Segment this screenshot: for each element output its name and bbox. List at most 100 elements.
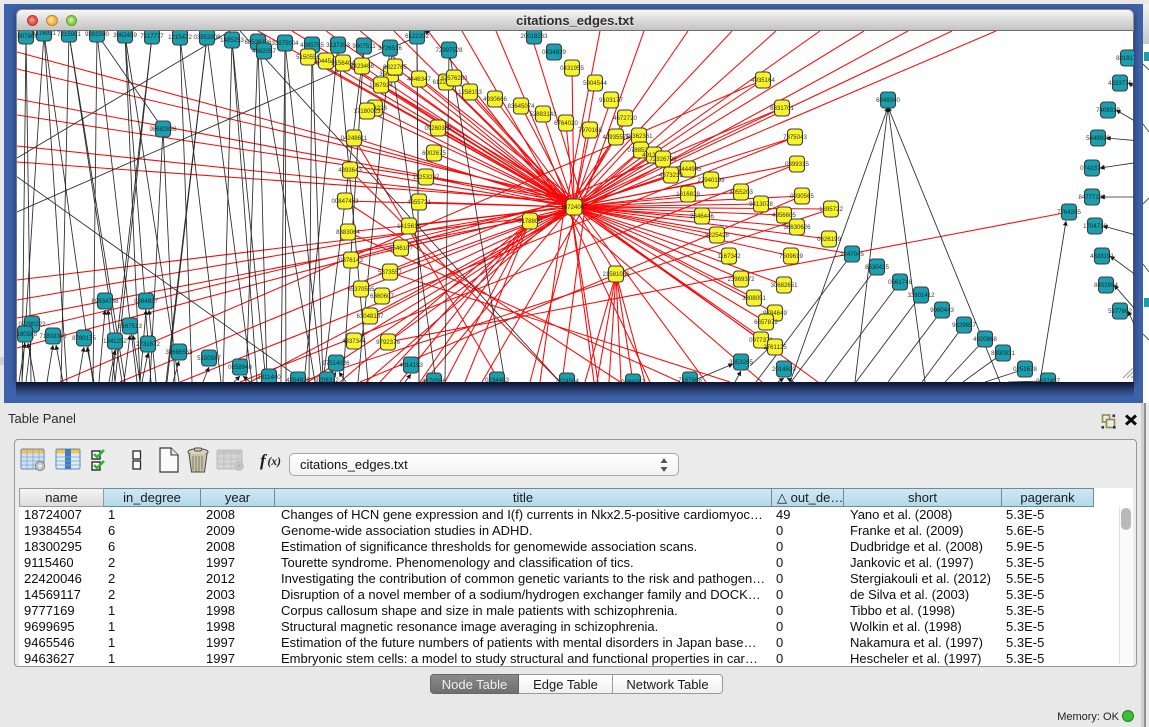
svg-text:6546107: 6546107 [389,245,413,252]
svg-text:0930565: 0930565 [790,193,814,200]
svg-text:71803340: 71803340 [39,333,67,340]
svg-text:32686563: 32686563 [165,349,193,356]
svg-text:20018263: 20018263 [520,33,548,40]
svg-text:4893643: 4893643 [338,167,362,174]
svg-text:37576283: 37576283 [440,75,468,82]
svg-text:89834788: 89834788 [91,298,119,305]
svg-text:36630626: 36630626 [783,224,811,231]
svg-text:6764020: 6764020 [554,120,578,127]
svg-text:7409319: 7409319 [1096,107,1120,114]
svg-text:7117777: 7117777 [140,33,164,40]
svg-text:4337344: 4337344 [342,338,366,345]
svg-text:1415618: 1415618 [397,223,421,230]
svg-text:98682828: 98682828 [149,126,177,133]
svg-text:0822765: 0822765 [383,64,407,71]
svg-text:8890931: 8890931 [991,350,1015,357]
svg-text:4935164: 4935164 [751,77,775,84]
svg-text:8831701: 8831701 [770,105,794,112]
svg-text:5150587: 5150587 [197,355,221,362]
svg-text:3137353: 3137353 [326,42,350,49]
svg-text:(x): (x) [268,456,282,468]
svg-text:4672720: 4672720 [613,115,637,122]
svg-text:9281590: 9281590 [85,31,109,38]
svg-text:7764265: 7764265 [1057,209,1081,216]
svg-text:8818174: 8818174 [1116,55,1134,62]
svg-text:1311440: 1311440 [257,374,281,381]
svg-text:4395755: 4395755 [300,42,324,49]
svg-text:0826199: 0826199 [817,236,841,243]
svg-text:0234483: 0234483 [485,377,509,382]
svg-text:0088387: 0088387 [621,379,645,382]
svg-text:6657872: 6657872 [754,319,778,326]
svg-text:4920868: 4920868 [973,336,997,343]
svg-text:1704718: 1704718 [1083,223,1107,230]
svg-text:4862057: 4862057 [252,48,276,55]
svg-text:6176031: 6176031 [32,31,56,37]
svg-text:9792376: 9792376 [376,339,400,346]
svg-text:7970168: 7970168 [578,127,602,134]
svg-text:5178800: 5178800 [518,218,542,225]
svg-text:2247045: 2247045 [840,251,864,258]
svg-text:6167513: 6167513 [118,323,142,330]
svg-text:1067924: 1067924 [369,82,393,89]
svg-text:2646446: 2646446 [690,213,714,220]
svg-text:27940199: 27940199 [697,177,725,184]
svg-text:1341252: 1341252 [103,338,127,345]
svg-text:04248611: 04248611 [341,135,368,142]
svg-text:0431955: 0431955 [560,65,584,72]
svg-text:0251678: 0251678 [1013,366,1037,373]
svg-text:4956605: 4956605 [772,212,796,219]
svg-text:8780175: 8780175 [72,335,96,342]
svg-text:9413078: 9413078 [749,201,773,208]
svg-text:2731672: 2731672 [136,341,160,348]
svg-text:4333776: 4333776 [1108,80,1132,87]
svg-text:7215901: 7215901 [57,31,81,38]
svg-text:3726516: 3726516 [378,45,402,52]
svg-text:9060443: 9060443 [930,307,954,314]
svg-text:30682651: 30682651 [770,282,798,289]
svg-text:9829657: 9829657 [952,322,976,329]
svg-text:0837407: 0837407 [1036,378,1060,382]
svg-text:11253287: 11253287 [413,174,440,181]
svg-text:1485253: 1485253 [220,37,244,44]
svg-text:09260309: 09260309 [424,125,452,132]
svg-text:8225428: 8225428 [705,232,729,239]
svg-text:97514026: 97514026 [322,360,350,367]
svg-text:5377602: 5377602 [1108,308,1132,315]
svg-text:4446347: 4446347 [407,76,431,83]
svg-text:3353265: 3353265 [729,359,753,366]
svg-text:9208312: 9208312 [315,377,339,382]
svg-text:23969372: 23969372 [727,276,755,283]
svg-text:33875004: 33875004 [271,40,299,47]
svg-text:0741374: 0741374 [1080,165,1104,172]
svg-text:52883143: 52883143 [529,111,557,118]
svg-text:7167868: 7167868 [678,377,702,382]
svg-text:9180588: 9180588 [17,331,37,338]
svg-text:17180023: 17180023 [353,108,381,115]
svg-text:1167342: 1167342 [717,253,741,260]
svg-text:0434839: 0434839 [542,49,566,56]
svg-text:3962459: 3962459 [113,32,137,39]
svg-text:6360607: 6360607 [370,293,394,300]
svg-text:63048137: 63048137 [356,313,384,320]
svg-text:83645074: 83645074 [507,103,535,110]
svg-text:8530435: 8530435 [865,264,889,271]
svg-text:6002675: 6002675 [422,150,446,157]
svg-text:5904544: 5904544 [583,80,607,87]
svg-text:4930666: 4930666 [483,96,507,103]
svg-text:8452984: 8452984 [1094,282,1118,289]
svg-text:2761125: 2761125 [763,344,787,351]
svg-text:4170586: 4170586 [422,378,446,382]
svg-text:0561748: 0561748 [888,279,912,286]
svg-text:18724007: 18724007 [560,204,588,211]
svg-text:3308051: 3308051 [742,295,766,302]
svg-text:00847453: 00847453 [331,198,359,205]
svg-text:4633191: 4633191 [1090,253,1114,260]
svg-text:03852808: 03852808 [193,34,221,41]
svg-text:4373233: 4373233 [659,172,683,179]
svg-text:9103177: 9103177 [599,97,623,104]
svg-text:33801412: 33801412 [907,292,935,299]
svg-text:1258153: 1258153 [458,89,482,96]
svg-text:7375043: 7375043 [783,134,807,141]
svg-text:1616828: 1616828 [676,191,700,198]
